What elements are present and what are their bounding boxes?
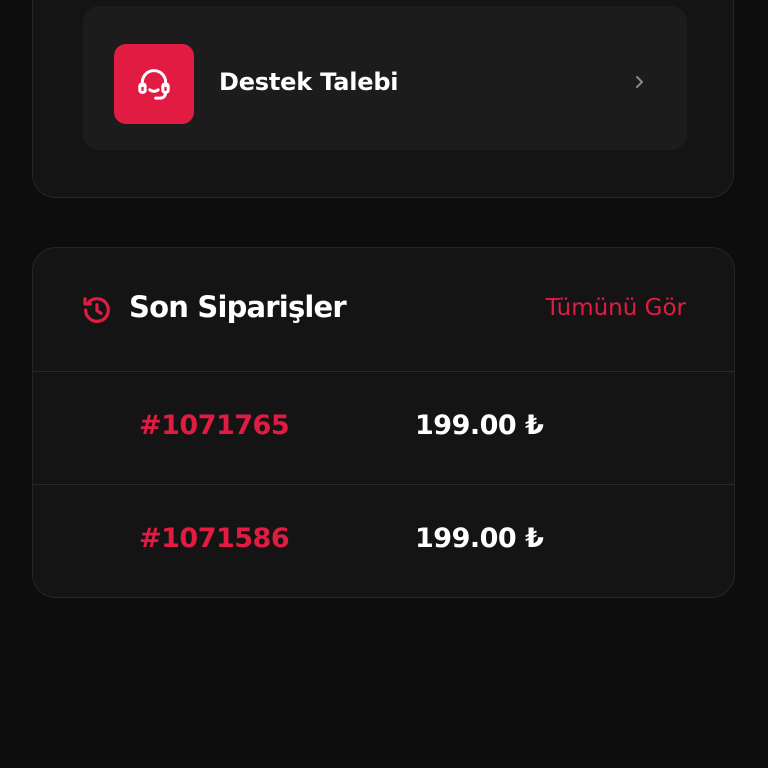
order-id: #1071765 xyxy=(139,410,290,441)
history-icon xyxy=(83,297,110,323)
page: Destek Talebi Son Siparişler Tümünü Gör … xyxy=(0,0,768,768)
support-request-button[interactable]: Destek Talebi xyxy=(83,6,687,150)
support-icon-box xyxy=(114,44,194,124)
chevron-right-icon xyxy=(627,70,651,94)
headset-icon xyxy=(138,69,170,100)
order-row[interactable]: #1071586 199.00 ₺ xyxy=(33,485,734,597)
support-request-label: Destek Talebi xyxy=(219,68,399,96)
recent-orders-title: Son Siparişler xyxy=(129,290,347,324)
order-price: 199.00 ₺ xyxy=(415,523,544,554)
order-row[interactable]: #1071765 199.00 ₺ xyxy=(33,372,734,485)
order-price: 199.00 ₺ xyxy=(415,410,544,441)
recent-orders-card: Son Siparişler Tümünü Gör #1071765 199.0… xyxy=(32,247,735,598)
view-all-link[interactable]: Tümünü Gör xyxy=(546,295,686,321)
support-card: Destek Talebi xyxy=(32,0,734,198)
recent-orders-header: Son Siparişler Tümünü Gör xyxy=(33,248,734,372)
order-id: #1071586 xyxy=(139,523,290,554)
